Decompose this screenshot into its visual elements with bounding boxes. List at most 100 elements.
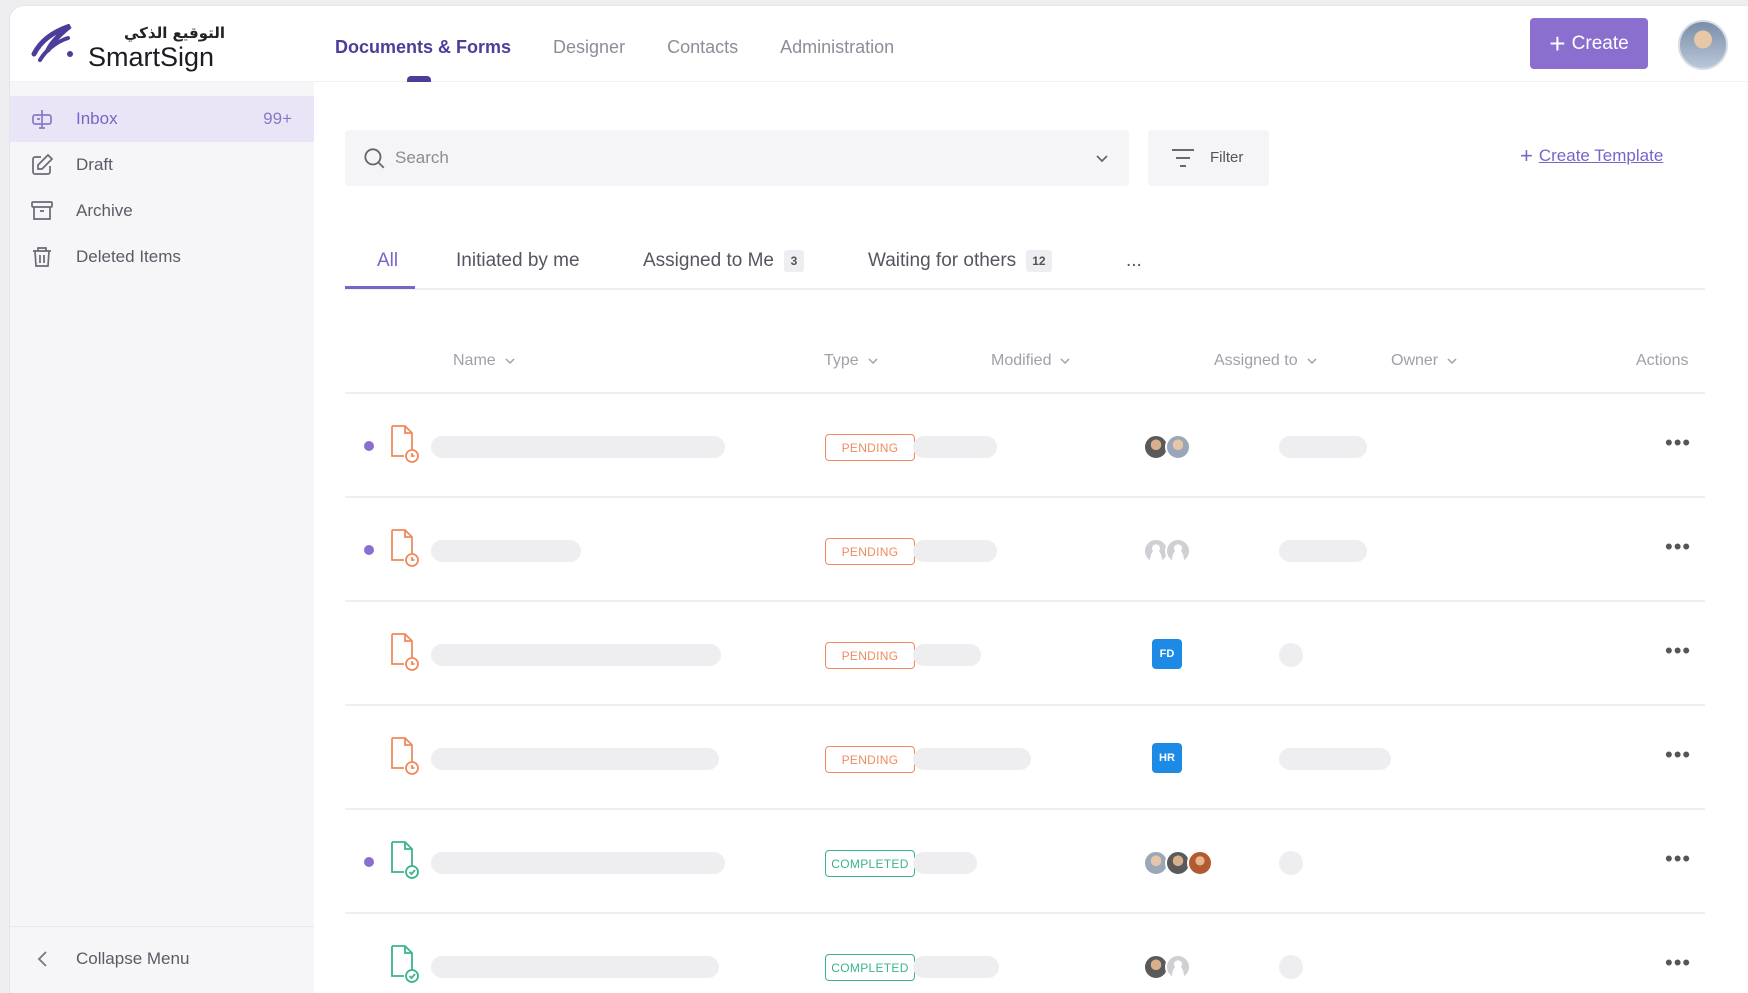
unread-indicator: [364, 857, 374, 867]
sidebar-item-archive[interactable]: Archive: [10, 188, 314, 234]
column-header-owner[interactable]: Owner: [1391, 352, 1458, 370]
nav-contacts[interactable]: Contacts: [667, 6, 738, 82]
status-badge: PENDING: [825, 642, 915, 669]
more-actions-button[interactable]: •••: [1665, 534, 1691, 560]
user-avatar[interactable]: [1678, 20, 1728, 70]
table-row[interactable]: COMPLETED •••: [345, 914, 1705, 993]
top-navigation: Documents & Forms Designer Contacts Admi…: [335, 6, 936, 82]
inbox-count-badge: 99+: [263, 109, 292, 128]
more-actions-button[interactable]: •••: [1665, 846, 1691, 872]
archive-icon: [31, 201, 53, 220]
status-badge: COMPLETED: [825, 954, 915, 981]
tab-label: All: [377, 250, 399, 271]
create-template-label: Create Template: [1538, 146, 1664, 165]
sidebar-item-label: Draft: [76, 155, 113, 174]
name-placeholder: [431, 852, 725, 874]
tab-label: ...: [1126, 250, 1142, 271]
status-badge: PENDING: [825, 434, 915, 461]
unread-indicator: [364, 545, 374, 555]
search-icon: [364, 148, 385, 169]
column-header-actions: Actions: [1636, 352, 1688, 370]
name-placeholder: [431, 644, 721, 666]
owner-placeholder: [1279, 851, 1303, 875]
app-window: التوقيع الذكي SmartSign Documents & Form…: [10, 6, 1748, 993]
name-placeholder: [431, 436, 725, 458]
document-pending-icon: [391, 633, 419, 671]
sidebar-item-deleted-items[interactable]: Deleted Items: [10, 234, 314, 280]
nav-administration[interactable]: Administration: [780, 6, 894, 82]
create-button[interactable]: + Create: [1530, 18, 1648, 69]
create-button-label: Create: [1571, 32, 1629, 54]
column-label: Actions: [1636, 352, 1689, 369]
more-actions-button[interactable]: •••: [1665, 742, 1691, 768]
tab-waiting-for-others[interactable]: Waiting for others 12: [868, 250, 1052, 272]
tab-assigned-to-me[interactable]: Assigned to Me 3: [643, 250, 804, 272]
table-row[interactable]: PENDING •••: [345, 394, 1705, 498]
smartsign-logo[interactable]: التوقيع الذكي SmartSign: [30, 18, 230, 74]
status-badge: PENDING: [825, 746, 915, 773]
avatar: [1187, 850, 1213, 876]
logo-text: SmartSign: [88, 42, 215, 72]
create-template-link[interactable]: + Create Template: [1520, 145, 1664, 167]
nav-documents-forms[interactable]: Documents & Forms: [335, 6, 511, 82]
column-header-type[interactable]: Type: [824, 352, 879, 370]
owner-placeholder: [1279, 540, 1367, 562]
name-placeholder: [431, 956, 719, 978]
document-completed-icon: [391, 945, 419, 983]
column-header-modified[interactable]: Modified: [991, 352, 1071, 370]
logo-arabic-text: التوقيع الذكي: [124, 24, 226, 42]
more-actions-button[interactable]: •••: [1665, 950, 1691, 976]
column-label: Owner: [1391, 352, 1439, 369]
collapse-menu-label: Collapse Menu: [76, 949, 190, 968]
column-label: Assigned to: [1214, 352, 1298, 369]
assignee-initials-badge: FD: [1152, 639, 1182, 669]
chevron-down-icon: [1307, 358, 1317, 365]
document-pending-icon: [391, 529, 419, 567]
status-badge: PENDING: [825, 538, 915, 565]
sidebar: Inbox 99+ Draft Archive Deleted Items Co…: [10, 82, 314, 993]
document-completed-icon: [391, 841, 419, 879]
assignee-initials-badge: HR: [1152, 743, 1182, 773]
search-bar[interactable]: [345, 130, 1129, 186]
collapse-menu-button[interactable]: Collapse Menu: [10, 926, 314, 992]
name-placeholder: [431, 748, 719, 770]
table-row[interactable]: PENDING FD •••: [345, 602, 1705, 706]
document-tabs: All Initiated by me Assigned to Me 3 Wai…: [345, 236, 1705, 290]
column-header-assigned-to[interactable]: Assigned to: [1214, 352, 1318, 370]
chevron-down-icon[interactable]: [1093, 149, 1111, 167]
chevron-down-icon: [1447, 358, 1457, 365]
table-row[interactable]: PENDING •••: [345, 498, 1705, 602]
unread-indicator: [364, 441, 374, 451]
chevron-down-icon: [868, 358, 878, 365]
more-actions-button[interactable]: •••: [1665, 430, 1691, 456]
document-pending-icon: [391, 425, 419, 463]
filter-button[interactable]: Filter: [1148, 130, 1269, 186]
column-label: Name: [453, 352, 496, 369]
tab-initiated-by-me[interactable]: Initiated by me: [456, 250, 580, 272]
owner-placeholder: [1279, 643, 1303, 667]
modified-placeholder: [913, 540, 997, 562]
filter-icon: [1172, 149, 1194, 167]
nav-designer[interactable]: Designer: [553, 6, 625, 82]
column-header-name[interactable]: Name: [453, 352, 516, 370]
sidebar-item-inbox[interactable]: Inbox 99+: [10, 96, 314, 142]
sidebar-item-draft[interactable]: Draft: [10, 142, 314, 188]
owner-placeholder: [1279, 955, 1303, 979]
chevron-down-icon: [1060, 358, 1071, 365]
edit-icon: [32, 153, 54, 175]
avatar-placeholder: [1165, 538, 1191, 564]
table-row[interactable]: PENDING HR •••: [345, 706, 1705, 810]
top-header: التوقيع الذكي SmartSign Documents & Form…: [10, 6, 1748, 82]
chevron-left-icon: [37, 951, 47, 967]
table-row[interactable]: COMPLETED •••: [345, 810, 1705, 914]
sidebar-item-label: Inbox: [76, 109, 118, 128]
modified-placeholder: [913, 644, 981, 666]
search-input[interactable]: [395, 130, 1075, 186]
trash-icon: [33, 247, 51, 267]
column-label: Type: [824, 352, 859, 369]
tab-more[interactable]: ...: [1126, 250, 1142, 272]
chevron-down-icon: [505, 358, 515, 365]
smartsign-logo-icon: [31, 24, 73, 62]
tab-all[interactable]: All: [377, 250, 398, 272]
more-actions-button[interactable]: •••: [1665, 638, 1691, 664]
